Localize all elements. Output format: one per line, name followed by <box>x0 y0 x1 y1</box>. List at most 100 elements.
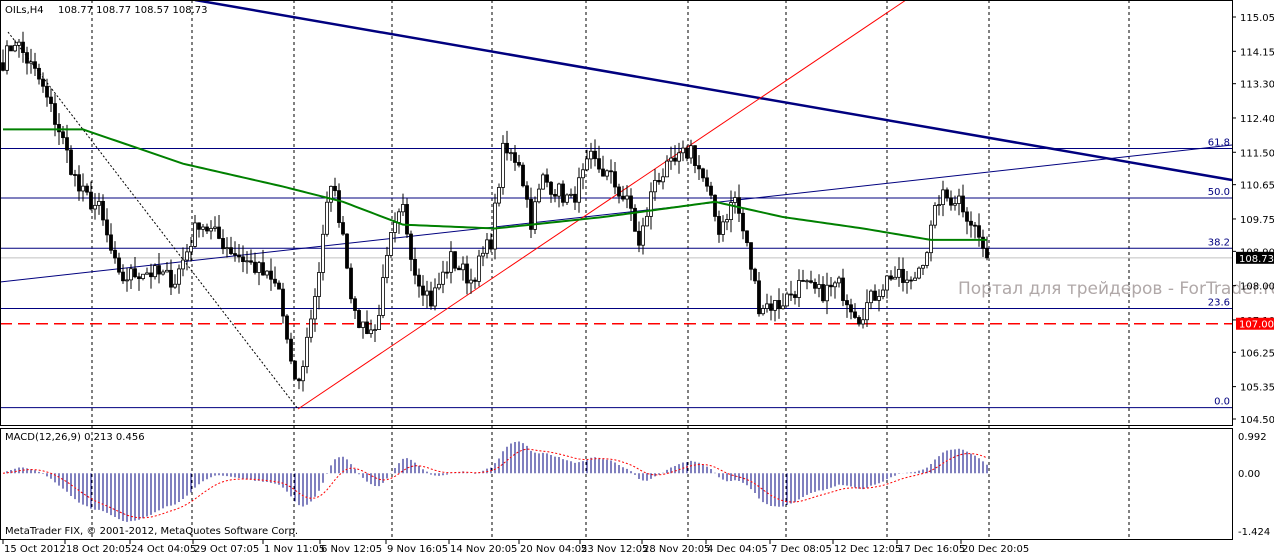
bull-candle <box>449 251 453 273</box>
bear-candle <box>149 272 153 278</box>
bear-candle <box>693 145 697 166</box>
bull-candle <box>29 61 33 64</box>
bear-candle <box>409 233 413 260</box>
bear-candle <box>241 256 245 263</box>
fib-level-label: 0.0 <box>1214 397 1230 408</box>
bull-candle <box>305 336 309 367</box>
bull-candle <box>17 41 21 46</box>
time-label: 15 Oct 2012 <box>4 544 66 555</box>
watermark: Портал для трейдеров - ForTrader.ru <box>958 279 1274 299</box>
bull-candle <box>493 202 497 250</box>
macd-axis-label: 0.00 <box>1238 469 1260 480</box>
bull-candle <box>565 194 569 203</box>
bull-candle <box>393 222 397 233</box>
bear-candle <box>45 85 49 98</box>
price-chart[interactable]: Портал для трейдеров - ForTrader.ru 61.8… <box>0 0 1274 556</box>
price-tick-label: 105.35 <box>1240 383 1274 394</box>
bear-candle <box>133 268 137 278</box>
bull-candle <box>585 158 589 171</box>
bull-candle <box>577 177 581 203</box>
bear-candle <box>629 195 633 209</box>
bear-candle <box>89 191 93 210</box>
bull-candle <box>953 203 957 206</box>
bull-candle <box>925 252 929 266</box>
bear-candle <box>821 284 825 302</box>
bear-candle <box>489 239 493 250</box>
bull-candle <box>397 211 401 223</box>
bull-candle <box>13 44 17 52</box>
bull-candle <box>653 180 657 193</box>
bull-candle <box>537 188 541 203</box>
bear-candle <box>705 177 709 187</box>
bull-candle <box>461 263 465 271</box>
bull-candle <box>917 267 921 279</box>
bull-candle <box>385 255 389 278</box>
bear-candle <box>553 193 557 197</box>
bull-candle <box>625 195 629 200</box>
bull-candle <box>145 272 149 275</box>
bull-candle <box>557 183 561 197</box>
price-tick-label: 106.25 <box>1240 348 1274 359</box>
time-label: 29 Oct 07:05 <box>194 544 259 555</box>
bear-candle <box>353 298 357 311</box>
bear-candle <box>49 96 53 104</box>
bear-candle <box>753 268 757 282</box>
bear-candle <box>169 269 173 288</box>
price-tick-label: 108.00 <box>1240 282 1274 293</box>
bear-candle <box>253 261 257 273</box>
bear-candle <box>741 212 745 232</box>
bull-candle <box>181 259 185 270</box>
bear-candle <box>41 78 45 87</box>
bull-candle <box>441 271 445 285</box>
bull-candle <box>265 270 269 276</box>
bull-candle <box>881 289 885 297</box>
bull-candle <box>661 176 665 183</box>
bull-candle <box>957 195 961 204</box>
bear-candle <box>597 158 601 170</box>
bear-candle <box>289 338 293 362</box>
bull-candle <box>153 265 157 278</box>
bear-candle <box>845 300 849 306</box>
bear-candle <box>617 186 621 197</box>
bear-candle <box>113 249 117 259</box>
bear-candle <box>505 142 509 154</box>
bull-candle <box>193 222 197 247</box>
bear-candle <box>857 317 861 325</box>
bull-candle <box>861 319 865 325</box>
bull-candle <box>433 287 437 307</box>
time-label: 23 Nov 12:05 <box>581 544 648 555</box>
bear-candle <box>453 251 457 269</box>
bull-candle <box>825 284 829 302</box>
bear-candle <box>521 164 525 187</box>
bear-candle <box>349 267 353 300</box>
macd-label: MACD(12,26,9) 0.213 0.456 <box>5 432 145 443</box>
bear-candle <box>685 147 689 159</box>
bear-candle <box>637 230 641 246</box>
bull-candle <box>469 279 473 284</box>
bear-candle <box>345 233 349 269</box>
bear-candle <box>73 174 77 176</box>
bull-candle <box>877 296 881 301</box>
bear-candle <box>793 294 797 298</box>
bear-candle <box>21 41 25 53</box>
bear-candle <box>813 281 817 289</box>
bull-candle <box>797 280 801 298</box>
bull-candle <box>97 200 101 206</box>
bear-candle <box>273 278 277 284</box>
bull-candle <box>649 191 653 217</box>
bull-candle <box>805 280 809 283</box>
bear-candle <box>221 238 225 250</box>
time-label: 17 Dec 16:05 <box>898 544 965 555</box>
bull-candle <box>141 273 145 280</box>
bear-candle <box>717 216 721 235</box>
bear-candle <box>337 190 341 223</box>
time-label: 24 Oct 04:05 <box>131 544 196 555</box>
bear-candle <box>965 211 969 222</box>
bear-candle <box>77 174 81 192</box>
bear-candle <box>977 225 981 238</box>
bull-candle <box>677 152 681 162</box>
bull-candle <box>817 284 821 289</box>
bear-candle <box>261 262 265 276</box>
bull-candle <box>321 233 325 273</box>
bull-candle <box>481 252 485 257</box>
